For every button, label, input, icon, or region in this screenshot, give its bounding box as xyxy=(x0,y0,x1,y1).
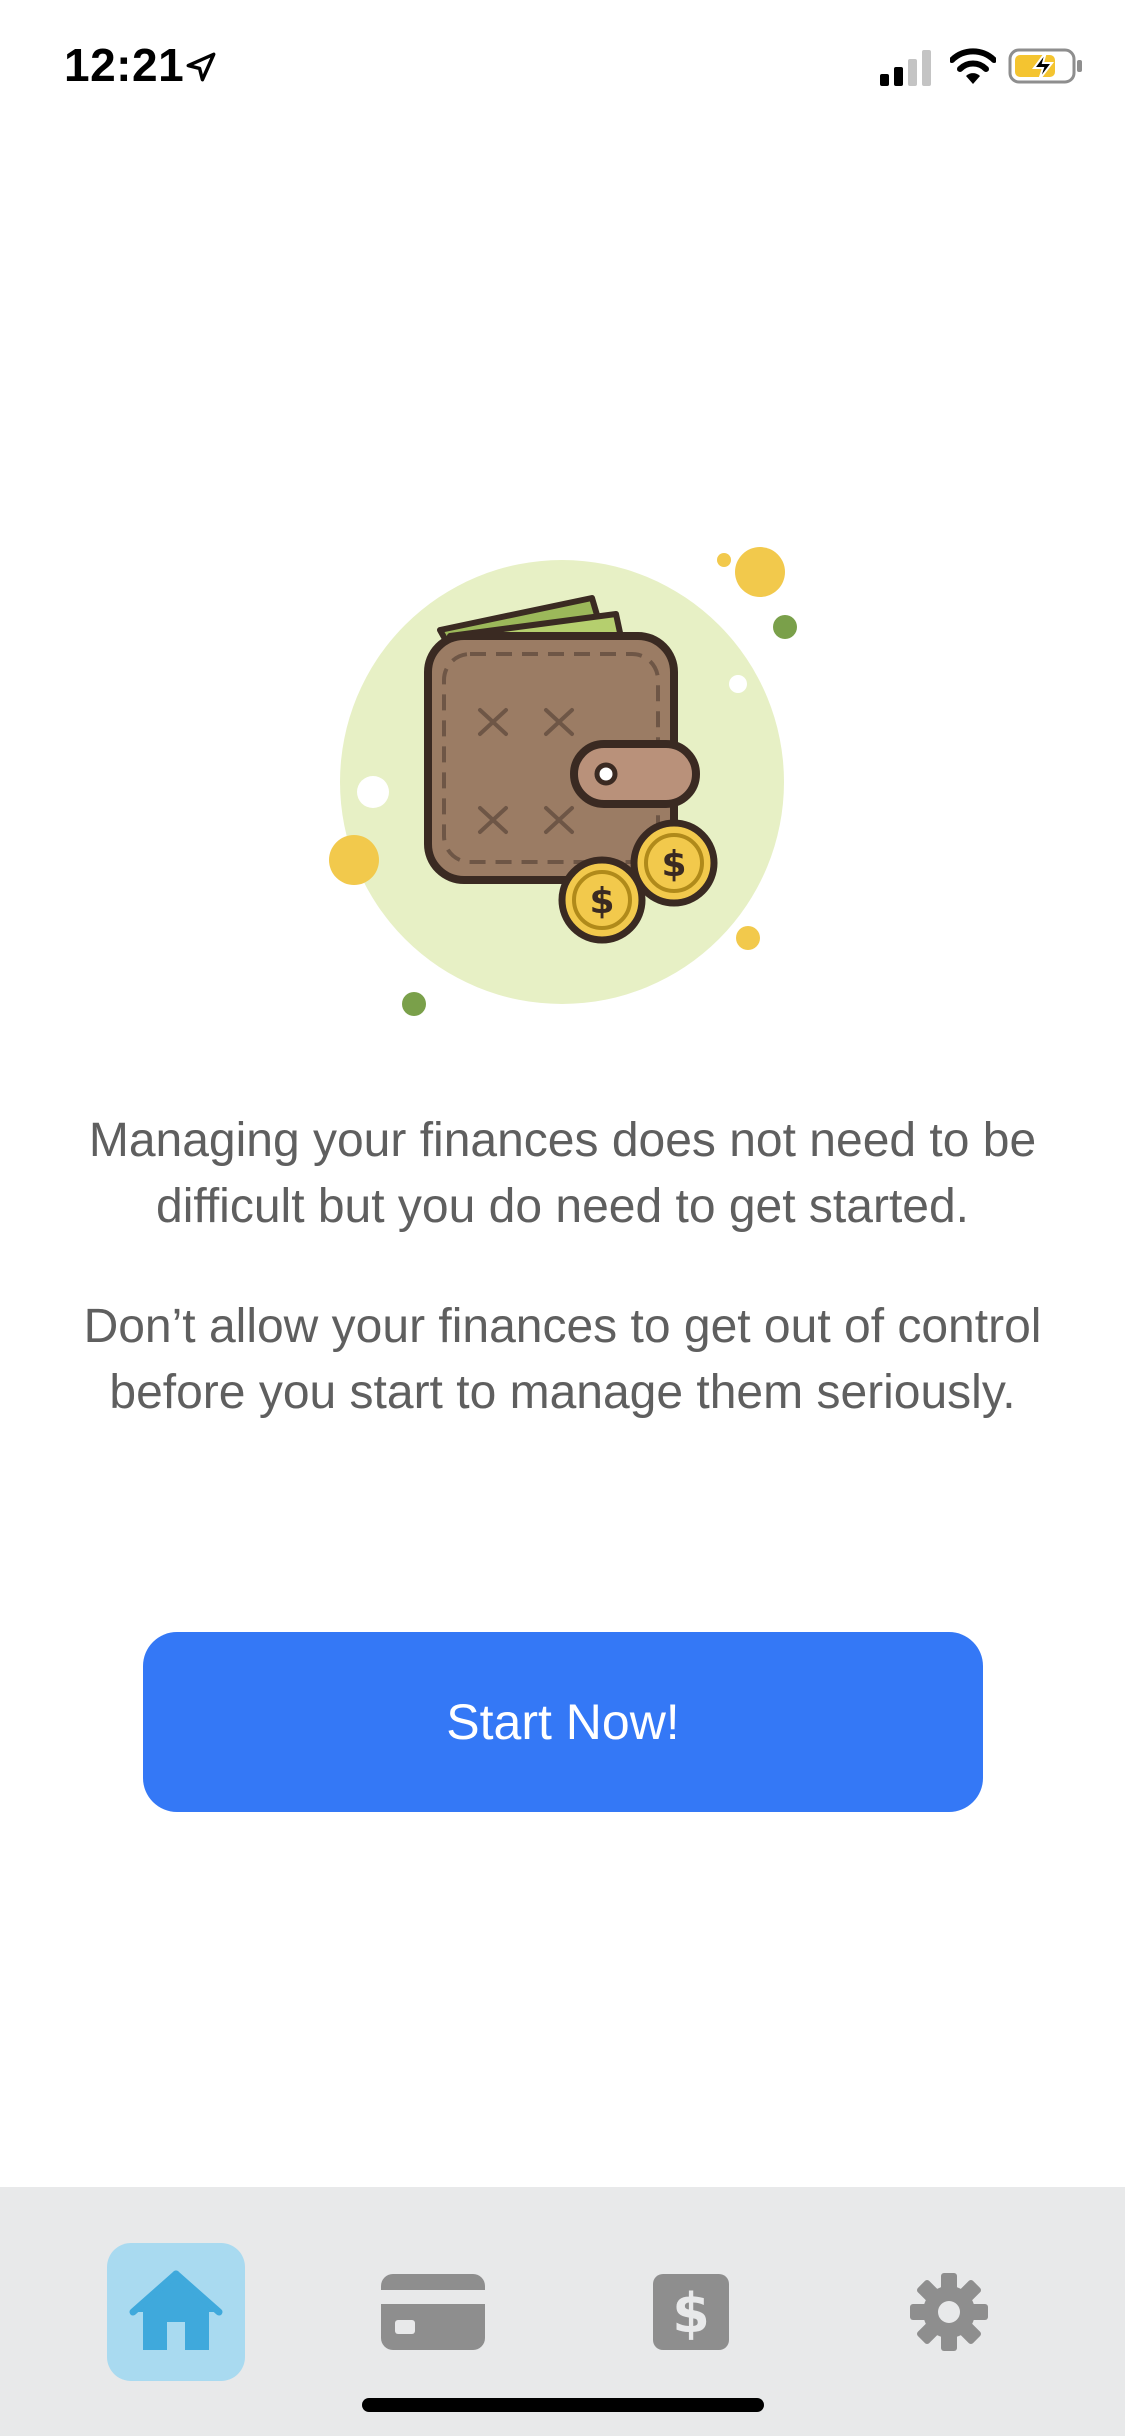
gear-icon xyxy=(910,2273,988,2351)
svg-text:$: $ xyxy=(672,2282,710,2345)
dollar-icon: $ xyxy=(653,2274,729,2350)
tab-cards[interactable] xyxy=(364,2243,502,2381)
cellular-signal-icon xyxy=(880,50,931,86)
tab-bar: $ xyxy=(0,2187,1125,2436)
location-arrow-icon xyxy=(186,52,216,82)
home-icon xyxy=(129,2270,223,2350)
svg-text:$: $ xyxy=(661,844,686,885)
battery-charging-icon xyxy=(1008,48,1082,84)
home-indicator xyxy=(362,2398,764,2412)
wallet-with-coins-icon: $ $ xyxy=(329,547,797,1016)
tab-settings[interactable] xyxy=(880,2243,1018,2381)
credit-card-icon xyxy=(381,2274,485,2350)
intro-paragraph-2: Don’t allow your finances to get out of … xyxy=(83,1300,1042,1419)
start-now-button[interactable]: Start Now! xyxy=(143,1632,983,1812)
intro-paragraph-1: Managing your finances does not need to … xyxy=(88,1114,1037,1233)
svg-text:$: $ xyxy=(589,881,614,922)
status-time: 12:21 xyxy=(64,39,185,91)
status-bar: 12:21 xyxy=(0,0,1125,130)
wifi-icon xyxy=(950,48,996,84)
tab-money[interactable]: $ xyxy=(622,2243,760,2381)
tab-home[interactable] xyxy=(107,2243,245,2381)
